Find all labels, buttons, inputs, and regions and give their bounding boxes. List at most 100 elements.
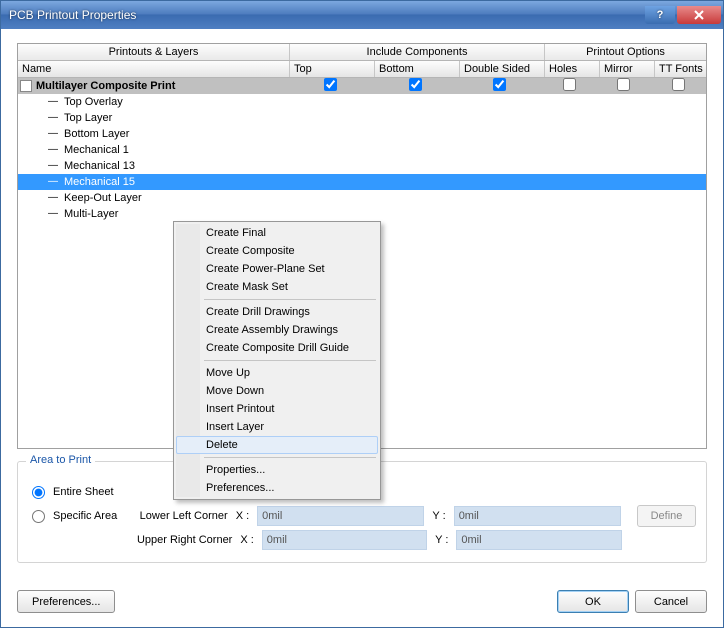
context-menu-item[interactable]: Create Final [176, 224, 378, 242]
context-menu: Create FinalCreate CompositeCreate Power… [173, 221, 381, 500]
row-label: Top Layer [64, 112, 112, 124]
context-menu-separator [204, 457, 376, 458]
define-button[interactable]: Define [637, 505, 696, 527]
cell-holes [542, 78, 597, 94]
layer-row[interactable]: Mechanical 15 [18, 174, 706, 190]
context-menu-item[interactable]: Insert Printout [176, 400, 378, 418]
collapse-icon [48, 130, 60, 138]
context-menu-item[interactable]: Delete [176, 436, 378, 454]
grid-column-header: Name Top Bottom Double Sided Holes Mirro… [18, 61, 706, 78]
context-menu-item[interactable]: Move Up [176, 364, 378, 382]
checkbox-double-sided[interactable] [493, 78, 506, 91]
col-double-sided[interactable]: Double Sided [460, 61, 545, 77]
lower-left-corner-label: Lower Left Corner [140, 510, 228, 522]
col-top[interactable]: Top [290, 61, 375, 77]
preferences-button[interactable]: Preferences... [17, 590, 115, 613]
cell-mirror [597, 78, 652, 94]
cell-top [288, 78, 373, 94]
context-menu-item[interactable]: Create Assembly Drawings [176, 321, 378, 339]
col-holes[interactable]: Holes [545, 61, 600, 77]
layer-row[interactable]: Keep-Out Layer [18, 190, 706, 206]
collapse-icon [48, 114, 60, 122]
y-label-2: Y : [435, 534, 448, 546]
layer-row[interactable]: Multi-Layer [18, 206, 706, 222]
row-label: Mechanical 13 [64, 160, 135, 172]
y-label: Y : [432, 510, 445, 522]
col-bottom[interactable]: Bottom [375, 61, 460, 77]
llc-x-input[interactable] [257, 506, 424, 526]
area-title: Area to Print [26, 454, 95, 466]
grid-group-header: Printouts & Layers Include Components Pr… [18, 44, 706, 61]
row-name-cell: Mechanical 13 [18, 160, 290, 172]
context-menu-item[interactable]: Create Composite Drill Guide [176, 339, 378, 357]
layer-row[interactable]: Top Overlay [18, 94, 706, 110]
context-menu-item[interactable]: Properties... [176, 461, 378, 479]
row-label: Multi-Layer [64, 208, 118, 220]
context-menu-item[interactable]: Create Drill Drawings [176, 303, 378, 321]
cancel-button[interactable]: Cancel [635, 590, 707, 613]
group-printouts-layers: Printouts & Layers [18, 44, 290, 60]
x-label: X : [236, 510, 249, 522]
context-menu-item[interactable]: Move Down [176, 382, 378, 400]
row-name-cell: Multi-Layer [18, 208, 290, 220]
row-label: Multilayer Composite Print [36, 80, 175, 92]
row-name-cell: Top Layer [18, 112, 290, 124]
collapse-icon [48, 178, 60, 186]
context-menu-item[interactable]: Create Power-Plane Set [176, 260, 378, 278]
cell-double-sided [457, 78, 542, 94]
checkbox-tt-fonts[interactable] [672, 78, 685, 91]
collapse-icon [48, 162, 60, 170]
llc-y-input[interactable] [454, 506, 621, 526]
entire-sheet-label: Entire Sheet [53, 486, 114, 498]
upper-right-corner-label: Upper Right Corner [137, 534, 232, 546]
context-menu-item[interactable]: Create Composite [176, 242, 378, 260]
checkbox-bottom[interactable] [409, 78, 422, 91]
context-menu-separator [204, 360, 376, 361]
ok-button[interactable]: OK [557, 590, 629, 613]
cell-tt-fonts [651, 78, 706, 94]
col-tt-fonts[interactable]: TT Fonts [655, 61, 706, 77]
row-name-cell: Keep-Out Layer [18, 192, 290, 204]
close-button[interactable] [677, 6, 721, 24]
question-mark-icon: ? [657, 9, 664, 21]
row-label: Top Overlay [64, 96, 123, 108]
group-include-components: Include Components [290, 44, 545, 60]
col-mirror[interactable]: Mirror [600, 61, 655, 77]
row-label: Mechanical 1 [64, 144, 129, 156]
x-label-2: X : [240, 534, 253, 546]
dialog-button-bar: Preferences... OK Cancel [1, 580, 723, 627]
layer-row[interactable]: Mechanical 1 [18, 142, 706, 158]
context-menu-item[interactable]: Insert Layer [176, 418, 378, 436]
close-icon [693, 9, 705, 21]
row-name-cell: Top Overlay [18, 96, 290, 108]
printout-row[interactable]: Multilayer Composite Print [18, 78, 706, 94]
urc-y-input[interactable] [456, 530, 621, 550]
row-name-cell: Mechanical 1 [18, 144, 290, 156]
urc-x-input[interactable] [262, 530, 427, 550]
collapse-icon [48, 146, 60, 154]
dialog-window: PCB Printout Properties ? Printouts & La… [0, 0, 724, 628]
checkbox-top[interactable] [324, 78, 337, 91]
cell-bottom [373, 78, 458, 94]
context-menu-item[interactable]: Create Mask Set [176, 278, 378, 296]
row-name-cell: Multilayer Composite Print [18, 80, 288, 92]
entire-sheet-radio[interactable] [32, 486, 45, 499]
layer-row[interactable]: Mechanical 13 [18, 158, 706, 174]
window-title: PCB Printout Properties [9, 8, 643, 22]
specific-area-radio[interactable] [32, 510, 45, 523]
row-label: Bottom Layer [64, 128, 129, 140]
specific-area-label: Specific Area [53, 510, 132, 522]
col-name[interactable]: Name [18, 61, 290, 77]
checkbox-mirror[interactable] [617, 78, 630, 91]
layer-row[interactable]: Top Layer [18, 110, 706, 126]
collapse-icon [48, 210, 60, 218]
layer-row[interactable]: Bottom Layer [18, 126, 706, 142]
row-label: Keep-Out Layer [64, 192, 142, 204]
help-button[interactable]: ? [645, 6, 675, 24]
context-menu-item[interactable]: Preferences... [176, 479, 378, 497]
context-menu-separator [204, 299, 376, 300]
group-printout-options: Printout Options [545, 44, 706, 60]
page-icon [20, 80, 32, 92]
checkbox-holes[interactable] [563, 78, 576, 91]
row-name-cell: Mechanical 15 [18, 176, 290, 188]
